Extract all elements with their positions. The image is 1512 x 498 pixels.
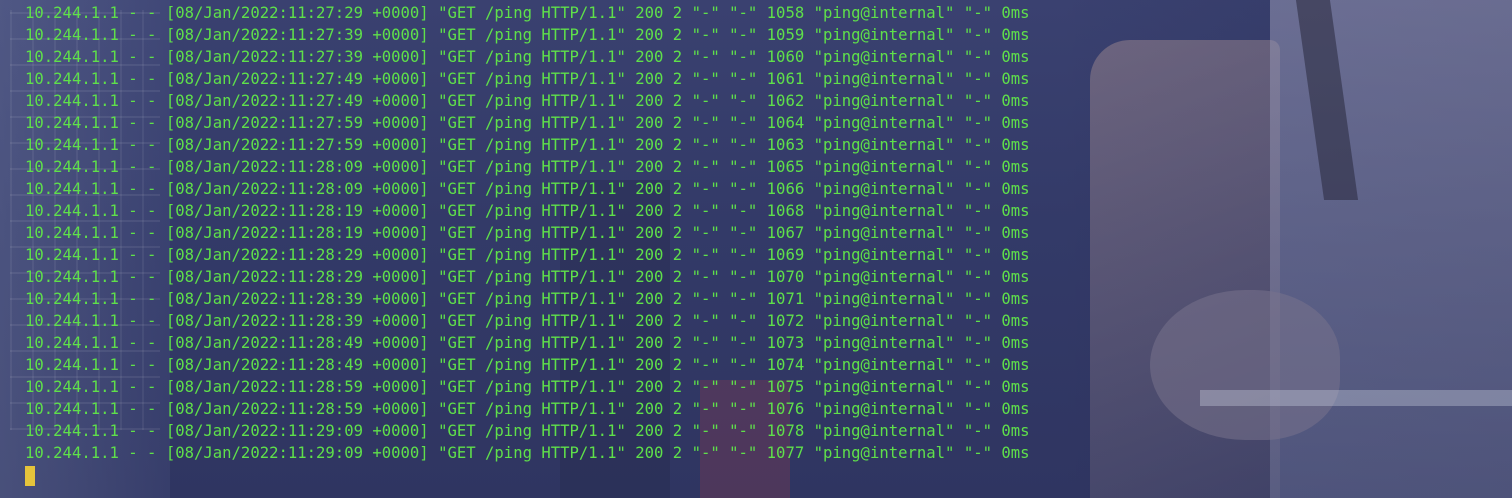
log-line: 10.244.1.1 - - [08/Jan/2022:11:28:09 +00… [25,180,1030,198]
wallpaper-strap [1295,0,1359,200]
log-line: 10.244.1.1 - - [08/Jan/2022:11:27:49 +00… [25,92,1030,110]
log-line: 10.244.1.1 - - [08/Jan/2022:11:28:29 +00… [25,246,1030,264]
log-line: 10.244.1.1 - - [08/Jan/2022:11:28:29 +00… [25,268,1030,286]
log-line: 10.244.1.1 - - [08/Jan/2022:11:29:09 +00… [25,422,1030,440]
log-line: 10.244.1.1 - - [08/Jan/2022:11:27:59 +00… [25,114,1030,132]
log-line: 10.244.1.1 - - [08/Jan/2022:11:29:09 +00… [25,444,1030,462]
terminal-window[interactable]: 10.244.1.1 - - [08/Jan/2022:11:27:29 +00… [0,0,1512,498]
terminal-cursor [25,466,35,486]
log-line: 10.244.1.1 - - [08/Jan/2022:11:28:59 +00… [25,400,1030,418]
log-line: 10.244.1.1 - - [08/Jan/2022:11:28:49 +00… [25,334,1030,352]
log-line: 10.244.1.1 - - [08/Jan/2022:11:27:29 +00… [25,4,1030,22]
log-line: 10.244.1.1 - - [08/Jan/2022:11:27:39 +00… [25,26,1030,44]
log-line: 10.244.1.1 - - [08/Jan/2022:11:28:19 +00… [25,224,1030,242]
log-line: 10.244.1.1 - - [08/Jan/2022:11:28:39 +00… [25,312,1030,330]
log-line: 10.244.1.1 - - [08/Jan/2022:11:28:49 +00… [25,356,1030,374]
wallpaper-rail [1200,390,1512,406]
log-line: 10.244.1.1 - - [08/Jan/2022:11:27:59 +00… [25,136,1030,154]
log-line: 10.244.1.1 - - [08/Jan/2022:11:28:09 +00… [25,158,1030,176]
wallpaper-sweater [1270,0,1512,498]
log-line: 10.244.1.1 - - [08/Jan/2022:11:28:39 +00… [25,290,1030,308]
wallpaper-coat [1090,40,1280,498]
log-line: 10.244.1.1 - - [08/Jan/2022:11:28:59 +00… [25,378,1030,396]
log-output: 10.244.1.1 - - [08/Jan/2022:11:27:29 +00… [25,2,1030,464]
wallpaper-hands [1150,290,1340,440]
log-line: 10.244.1.1 - - [08/Jan/2022:11:27:49 +00… [25,70,1030,88]
log-line: 10.244.1.1 - - [08/Jan/2022:11:28:19 +00… [25,202,1030,220]
log-line: 10.244.1.1 - - [08/Jan/2022:11:27:39 +00… [25,48,1030,66]
